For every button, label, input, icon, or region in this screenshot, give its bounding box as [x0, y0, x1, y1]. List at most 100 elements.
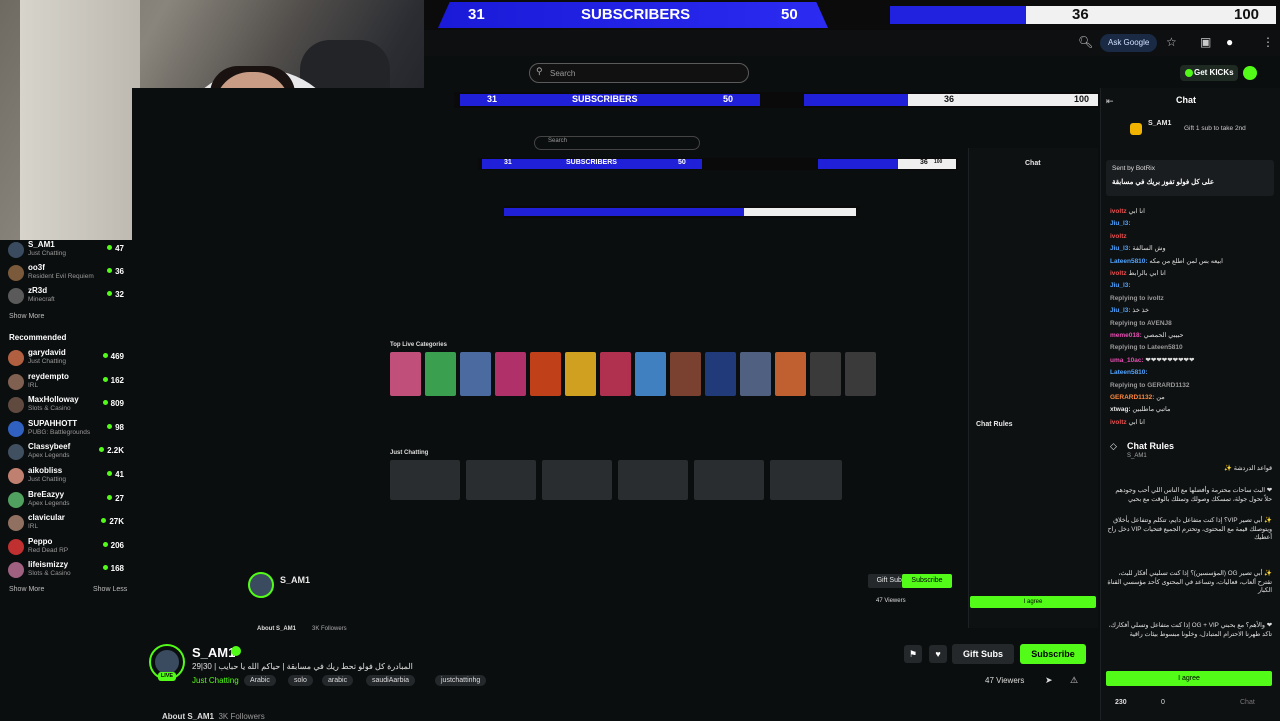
category-tile	[530, 352, 561, 396]
sidebar-item-recommended[interactable]: Classybeef Apex Legends 2.2K	[8, 439, 130, 465]
sidebar-item-game: Slots & Casino	[28, 405, 71, 413]
chat-username[interactable]: Replying to Lateen5810	[1110, 344, 1183, 351]
channel-avatar	[8, 468, 24, 484]
account-icon[interactable]: ●	[1226, 35, 1233, 49]
chat-username[interactable]: Jiu_l3:	[1110, 307, 1131, 314]
goal2-target: 100	[1234, 6, 1260, 23]
viewer-count: 32	[107, 290, 124, 299]
rules-icon: ◇	[1110, 441, 1117, 451]
report-icon[interactable]: ⚠	[1070, 675, 1078, 686]
viewer-count: 469	[103, 352, 124, 361]
pinned-gift-text[interactable]: Gift 1 sub to take 2nd	[1184, 125, 1246, 132]
chat-username[interactable]: Jiu_l3:	[1110, 220, 1131, 227]
chat-username[interactable]: Replying to ivoltz	[1110, 295, 1164, 302]
sidebar-item-recommended[interactable]: reydempto IRL 162	[8, 369, 130, 395]
nested-stream-preview: 31 SUBSCRIBERS 50 36 100 Search 31 SUBSC…	[132, 88, 1100, 633]
chat-username[interactable]: xtwag:	[1110, 406, 1131, 413]
sidebar-item-recommended[interactable]: MaxHolloway Slots & Casino 809	[8, 392, 130, 418]
sidebar-item-recommended[interactable]: aikobliss Just Chatting 41	[8, 463, 130, 489]
category-tile	[390, 352, 421, 396]
chat-username[interactable]: ivoltz	[1110, 419, 1127, 426]
chat-rule: قواعد الدردشة ✨	[1224, 465, 1272, 472]
sidebar-item-recommended[interactable]: Peppo Red Dead RP 206	[8, 534, 130, 560]
chat-username[interactable]: uma_10ac:	[1110, 357, 1144, 364]
follow-heart-icon[interactable]: ♥	[929, 645, 947, 663]
stream-category[interactable]: Just Chatting	[192, 676, 239, 685]
stream-tag[interactable]: justchattinhg	[435, 675, 487, 686]
chat-username[interactable]: Lateen5810:	[1110, 369, 1148, 376]
chat-username[interactable]: Lateen5810:	[1110, 258, 1148, 265]
chat-text: وش السالفة	[1132, 245, 1166, 253]
chat-message: Replying to AVENJ8	[1110, 320, 1275, 328]
chat-message: ivoltz	[1110, 233, 1275, 241]
sidebar-item-name: zR3d	[28, 286, 48, 295]
channel-avatar-image	[155, 650, 179, 674]
sidebar-item-game: Resident Evil Requiem	[28, 273, 94, 280]
stream-tag[interactable]: Arabic	[244, 675, 276, 686]
viewer-count: 27K	[101, 517, 124, 526]
category-tile	[460, 352, 491, 396]
sidebar-item-game: PUBG: Battlegrounds	[28, 428, 91, 436]
zoom-icon[interactable]: 🔍︎	[1078, 35, 1093, 49]
agree-rules-button[interactable]: I agree	[1106, 671, 1272, 686]
sidebar-item-name: clavicular	[28, 513, 65, 523]
category-tile	[565, 352, 596, 396]
star-icon[interactable]: ☆	[1166, 35, 1177, 49]
sidebar-item-name: garydavid	[28, 348, 66, 357]
chat-username[interactable]: Replying to AVENJ8	[1110, 320, 1172, 327]
chat-username[interactable]: ivoltz	[1110, 208, 1127, 215]
gift-subs-button[interactable]: Gift Subs	[952, 644, 1014, 664]
sidebar-item-recommended[interactable]: garydavid Just Chatting 469	[8, 345, 130, 371]
browser-toolbar: 🔍︎ Ask Google ☆ ▣ ● ⋮	[424, 30, 1280, 56]
notification-bell-icon[interactable]: ⚑	[904, 645, 922, 663]
category-tile	[845, 352, 876, 396]
chat-username[interactable]: Jiu_l3:	[1110, 282, 1131, 289]
menu-icon[interactable]: ⋮	[1262, 35, 1274, 49]
stream-tag[interactable]: solo	[288, 675, 313, 686]
recommended-title: Recommended	[9, 333, 67, 342]
chat-username[interactable]: GERARD1132:	[1110, 394, 1154, 401]
live-badge: LIVE	[158, 672, 176, 681]
category-tile	[425, 352, 456, 396]
sidebar-item-recommended[interactable]: BreEazyy Apex Legends 27	[8, 487, 130, 513]
chat-username[interactable]: ivoltz	[1110, 270, 1127, 277]
chat-text: انا ابي	[1128, 208, 1145, 215]
show-less-link[interactable]: Show Less	[93, 586, 127, 593]
goal-target: 50	[781, 6, 798, 23]
chat-username[interactable]: Jiu_l3:	[1110, 245, 1131, 252]
stream-tag[interactable]: saudiAarbia	[366, 675, 415, 686]
ask-google-button[interactable]: Ask Google	[1100, 34, 1158, 52]
subscribe-button[interactable]: Subscribe	[1020, 644, 1086, 664]
category-tile	[775, 352, 806, 396]
show-more-link[interactable]: Show More	[9, 313, 44, 320]
sidebar-item-recommended[interactable]: clavicular IRL 27K	[8, 510, 130, 536]
search-input[interactable]: Search	[529, 63, 749, 83]
points-count[interactable]: 230	[1115, 699, 1127, 706]
goal-current: 31	[468, 6, 485, 23]
chat-username[interactable]: ivoltz	[1110, 233, 1127, 240]
user-avatar[interactable]	[1243, 66, 1257, 80]
share-icon[interactable]: ➤	[1045, 675, 1053, 686]
show-more-link-2[interactable]: Show More	[9, 586, 44, 593]
send-chat-button[interactable]: Chat	[1240, 699, 1255, 706]
chat-text: ❤❤❤❤❤❤❤❤❤	[1145, 356, 1195, 364]
channel-avatar	[8, 288, 24, 304]
channel-name[interactable]: S_AM1	[192, 645, 235, 660]
sidebar-item-game: Just Chatting	[28, 358, 66, 365]
category-tile	[670, 352, 701, 396]
sidebar-item-recommended[interactable]: lifeismizzy Slots & Casino 168	[8, 557, 130, 583]
sidebar-item-name: oo3f	[28, 263, 45, 272]
collapse-chat-icon[interactable]: ⇤	[1106, 96, 1114, 107]
sidebar-item-name: Classybeef	[28, 442, 71, 452]
sidebar-item-recommended[interactable]: SUPAHHOTT PUBG: Battlegrounds 98	[8, 416, 130, 442]
chat-message: Jiu_l3:	[1110, 282, 1275, 290]
channel-avatar	[8, 538, 24, 555]
sidebar-item-followed[interactable]: zR3d Minecraft 32	[8, 283, 130, 309]
channel-avatar	[8, 350, 24, 366]
subscriber-goal-bar: 31 SUBSCRIBERS 50 36 100	[424, 0, 1280, 30]
chat-username[interactable]: meme018:	[1110, 332, 1142, 339]
chat-message: ivoltz انا ابي	[1110, 208, 1275, 216]
stream-tag[interactable]: arabic	[322, 675, 354, 686]
chat-username[interactable]: Replying to GERARD1132	[1110, 382, 1189, 389]
extensions-icon[interactable]: ▣	[1200, 35, 1211, 49]
